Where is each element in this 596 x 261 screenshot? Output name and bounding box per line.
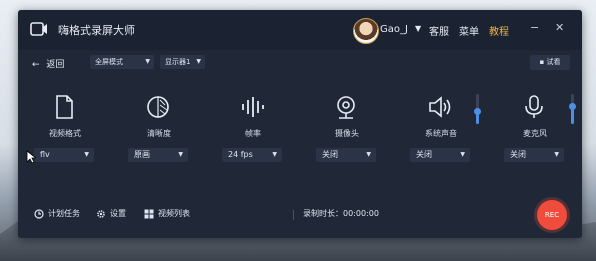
options-row: 视频格式 flv ▼ 清晰度 原画 ▼ 帧率 24 fps ▼ 摄像头 关闭 ▼…: [18, 94, 582, 174]
app-title: 嗨格式录屏大师: [58, 24, 135, 37]
arrow-left-icon: ←: [32, 60, 40, 70]
file-icon[interactable]: [51, 94, 77, 120]
video-format-select[interactable]: flv ▼: [34, 148, 94, 162]
mode-select[interactable]: 全屏模式 ▼: [90, 55, 154, 69]
select-value: flv: [40, 150, 50, 159]
recording-duration: 录制时长：00:00:00: [303, 209, 379, 218]
rec-button[interactable]: REC: [537, 200, 567, 230]
footer-bar: 计划任务 设置 视频列表 录制时长：00:00:00 REC: [18, 196, 582, 236]
volume-knob[interactable]: [474, 107, 481, 115]
system-sound-select[interactable]: 关闭 ▼: [410, 148, 470, 162]
microphone-icon[interactable]: [521, 94, 547, 120]
camera-icon: [30, 22, 47, 36]
schedule-label: 计划任务: [48, 209, 80, 218]
bar-chart-icon: ▪: [539, 58, 545, 66]
option-label: 摄像头: [335, 129, 359, 138]
select-value: 24 fps: [228, 150, 253, 159]
grid-icon: [144, 209, 154, 218]
option-label: 麦克风: [523, 129, 547, 138]
frame-rate-select[interactable]: 24 fps ▼: [222, 148, 282, 162]
chevron-down-icon: ▼: [272, 151, 277, 158]
recorder-window: 嗨格式录屏大师 Gao_J ▼ 客服 菜单 教程 − ✕ ← 返回 全屏模式 ▼…: [18, 10, 582, 238]
frame-rate-icon[interactable]: [239, 94, 265, 120]
chevron-down-icon: ▼: [554, 151, 559, 158]
option-label: 系统声音: [425, 129, 457, 138]
select-value: 原画: [134, 150, 150, 159]
mouse-pointer-icon: [26, 150, 36, 164]
customer-service-link[interactable]: 客服: [429, 23, 449, 38]
chevron-down-icon: ▼: [178, 151, 183, 158]
chevron-down-icon: ▼: [460, 151, 465, 158]
clarity-icon[interactable]: [145, 94, 171, 120]
mode-select-value: 全屏模式: [95, 58, 123, 66]
microphone-volume-slider[interactable]: [569, 94, 576, 124]
speaker-icon[interactable]: [427, 94, 453, 120]
settings-label: 设置: [110, 209, 126, 218]
video-list-button[interactable]: 视频列表: [144, 208, 190, 219]
volume-knob[interactable]: [569, 103, 576, 110]
trial-button[interactable]: ▪ 试看: [530, 55, 570, 70]
video-list-label: 视频列表: [158, 209, 190, 218]
clarity-select[interactable]: 原画 ▼: [128, 148, 188, 162]
username[interactable]: Gao_J: [380, 24, 408, 35]
divider: [293, 210, 294, 220]
close-button[interactable]: ✕: [555, 21, 564, 34]
chevron-down-icon: ▼: [196, 58, 201, 65]
microphone-select[interactable]: 关闭 ▼: [504, 148, 564, 162]
avatar[interactable]: [353, 18, 379, 44]
system-volume-slider[interactable]: [474, 94, 481, 124]
gear-icon: [97, 209, 105, 218]
select-value: 关闭: [416, 150, 432, 159]
option-label: 帧率: [245, 129, 261, 138]
schedule-button[interactable]: 计划任务: [34, 208, 80, 219]
chevron-down-icon: ▼: [84, 151, 89, 158]
display-select[interactable]: 显示器1 ▼: [160, 55, 205, 69]
menu-link[interactable]: 菜单: [459, 23, 479, 38]
trial-label: 试看: [546, 58, 561, 66]
chevron-down-icon: ▼: [366, 151, 371, 158]
back-button[interactable]: ← 返回: [32, 57, 64, 70]
minimize-button[interactable]: −: [530, 21, 539, 34]
display-select-value: 显示器1: [165, 58, 191, 66]
chevron-down-icon: ▼: [145, 58, 150, 65]
back-label: 返回: [46, 60, 65, 70]
clock-icon: [34, 208, 44, 219]
option-label: 清晰度: [147, 129, 171, 138]
toolbar: ← 返回 全屏模式 ▼ 显示器1 ▼ ▪ 试看: [18, 52, 582, 74]
title-bar: 嗨格式录屏大师 Gao_J ▼ 客服 菜单 教程 − ✕: [18, 10, 582, 50]
tutorial-link[interactable]: 教程: [489, 23, 509, 38]
select-value: 关闭: [510, 150, 526, 159]
chevron-down-icon[interactable]: ▼: [415, 24, 421, 33]
option-label: 视频格式: [49, 129, 81, 138]
select-value: 关闭: [322, 150, 338, 159]
webcam-icon[interactable]: [333, 94, 359, 120]
settings-button[interactable]: 设置: [96, 208, 126, 219]
webcam-select[interactable]: 关闭 ▼: [316, 148, 376, 162]
